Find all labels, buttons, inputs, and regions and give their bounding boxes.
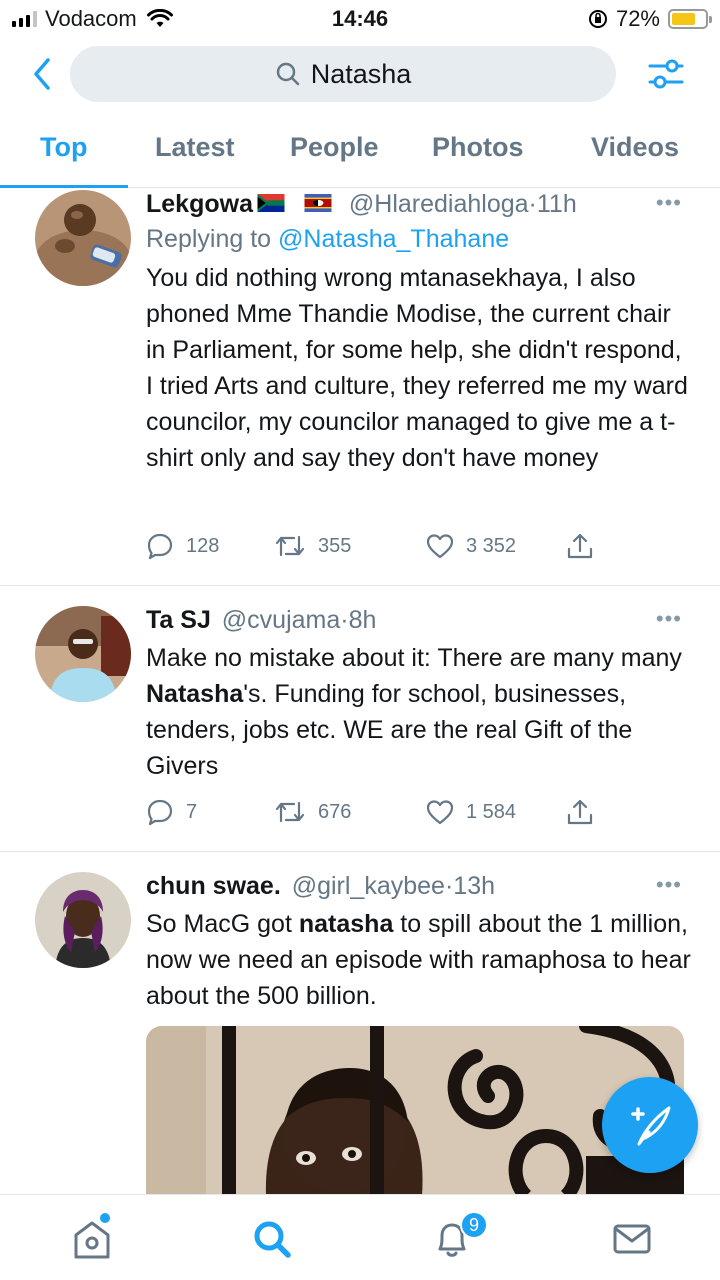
replying-to-handle[interactable]: @Natasha_Thahane <box>278 225 509 253</box>
comment-icon <box>147 533 173 560</box>
tweet-header: Lekgowa @Hlarediahloga·11h <box>146 188 691 220</box>
orientation-lock-icon <box>588 10 607 28</box>
search-header: Natasha <box>0 44 720 104</box>
status-bar: Vodacom 14:46 72% <box>0 0 720 38</box>
search-icon <box>276 62 299 86</box>
tweet[interactable]: Lekgowa @Hlarediahloga·11h Replying to @… <box>0 188 720 586</box>
heart-icon <box>426 800 454 825</box>
avatar[interactable] <box>35 872 131 968</box>
retweet-count: 355 <box>318 534 352 557</box>
home-new-content-dot <box>100 1213 110 1223</box>
tweet-actions: 128 355 3 352 <box>146 532 594 560</box>
battery-level-fill <box>672 13 696 25</box>
search-input[interactable]: Natasha <box>70 46 616 102</box>
tweet-text-highlight: Natasha <box>146 680 244 708</box>
search-query: Natasha <box>310 58 412 89</box>
reply-button[interactable]: 7 <box>146 798 274 826</box>
user-handle[interactable]: @cvujama <box>222 606 340 634</box>
share-icon <box>567 533 593 559</box>
battery-icon <box>668 9 712 29</box>
separator-dot: · <box>340 606 349 634</box>
user-handle[interactable]: @Hlarediahloga <box>349 190 529 218</box>
more-options-button[interactable]: ••• <box>656 190 682 216</box>
comment-icon <box>147 799 173 826</box>
tweet-text-highlight: natasha <box>298 910 394 938</box>
tweet-header: Ta SJ @cvujama·8h <box>146 604 691 636</box>
like-count: 3 352 <box>466 534 517 557</box>
search-filter-sliders-icon[interactable] <box>646 54 686 94</box>
share-button[interactable] <box>566 798 594 826</box>
reply-button[interactable]: 128 <box>146 532 274 560</box>
battery-percent: 72% <box>615 6 660 31</box>
eswatini-flag-icon <box>304 194 332 213</box>
back-chevron-icon[interactable] <box>24 54 60 94</box>
replying-to-prefix: Replying to <box>146 225 279 253</box>
retweet-button[interactable]: 676 <box>274 799 426 825</box>
tab-photos[interactable]: Photos <box>432 132 524 163</box>
display-name[interactable]: chun swae. <box>146 872 281 900</box>
more-options-button[interactable]: ••• <box>656 606 682 632</box>
compose-tweet-button[interactable] <box>602 1077 698 1173</box>
status-bar-right: 72% <box>588 6 712 32</box>
notification-count-badge: 9 <box>460 1211 488 1239</box>
tab-latest[interactable]: Latest <box>155 132 235 163</box>
retweet-icon <box>275 801 305 823</box>
tweet-text-part: Make no mistake about it: There are many… <box>146 644 682 672</box>
retweet-count: 676 <box>318 800 352 823</box>
tweet-header: chun swae. @girl_kaybee·13h <box>146 870 691 902</box>
tweet-actions: 7 676 1 584 <box>146 798 594 826</box>
tab-videos[interactable]: Videos <box>591 132 679 163</box>
display-name[interactable]: Ta SJ <box>146 606 211 634</box>
reply-count: 128 <box>186 534 220 557</box>
envelope-icon[interactable] <box>610 1217 654 1261</box>
more-options-button[interactable]: ••• <box>656 872 682 898</box>
home-icon[interactable] <box>70 1217 114 1261</box>
retweet-button[interactable]: 355 <box>274 533 426 559</box>
like-button[interactable]: 1 584 <box>426 799 566 825</box>
tweet-text: So MacG got natasha to spill about the 1… <box>146 906 691 1014</box>
share-button[interactable] <box>566 532 594 560</box>
tweet-time: 13h <box>453 872 496 900</box>
tweet-time: 8h <box>348 606 377 634</box>
search-tabs: Top Latest People Photos Videos <box>0 112 720 188</box>
tab-top[interactable]: Top <box>40 132 87 163</box>
display-name[interactable]: Lekgowa <box>146 190 253 218</box>
replying-to: Replying to @Natasha_Thahane <box>146 222 691 256</box>
tweet-text: Make no mistake about it: There are many… <box>146 640 691 784</box>
like-count: 1 584 <box>466 800 517 823</box>
share-icon <box>567 799 593 825</box>
tab-people[interactable]: People <box>290 132 379 163</box>
avatar[interactable] <box>35 606 131 702</box>
compose-feather-icon <box>631 1106 671 1146</box>
tweet-text-part: So MacG got <box>146 910 299 938</box>
retweet-icon <box>275 535 305 557</box>
avatar[interactable] <box>35 190 131 286</box>
user-handle[interactable]: @girl_kaybee <box>292 872 445 900</box>
explore-search-icon[interactable] <box>250 1217 294 1261</box>
bottom-navigation: 9 <box>0 1194 720 1280</box>
tweet[interactable]: Ta SJ @cvujama·8h Make no mistake about … <box>0 586 720 852</box>
south-africa-flag-icon <box>257 194 285 213</box>
like-button[interactable]: 3 352 <box>426 533 566 559</box>
tweet-time: 11h <box>536 190 577 218</box>
heart-icon <box>426 534 454 559</box>
tweet-text: You did nothing wrong mtanasekhaya, I al… <box>146 264 688 472</box>
reply-count: 7 <box>186 800 198 823</box>
separator-dot: · <box>528 190 537 218</box>
